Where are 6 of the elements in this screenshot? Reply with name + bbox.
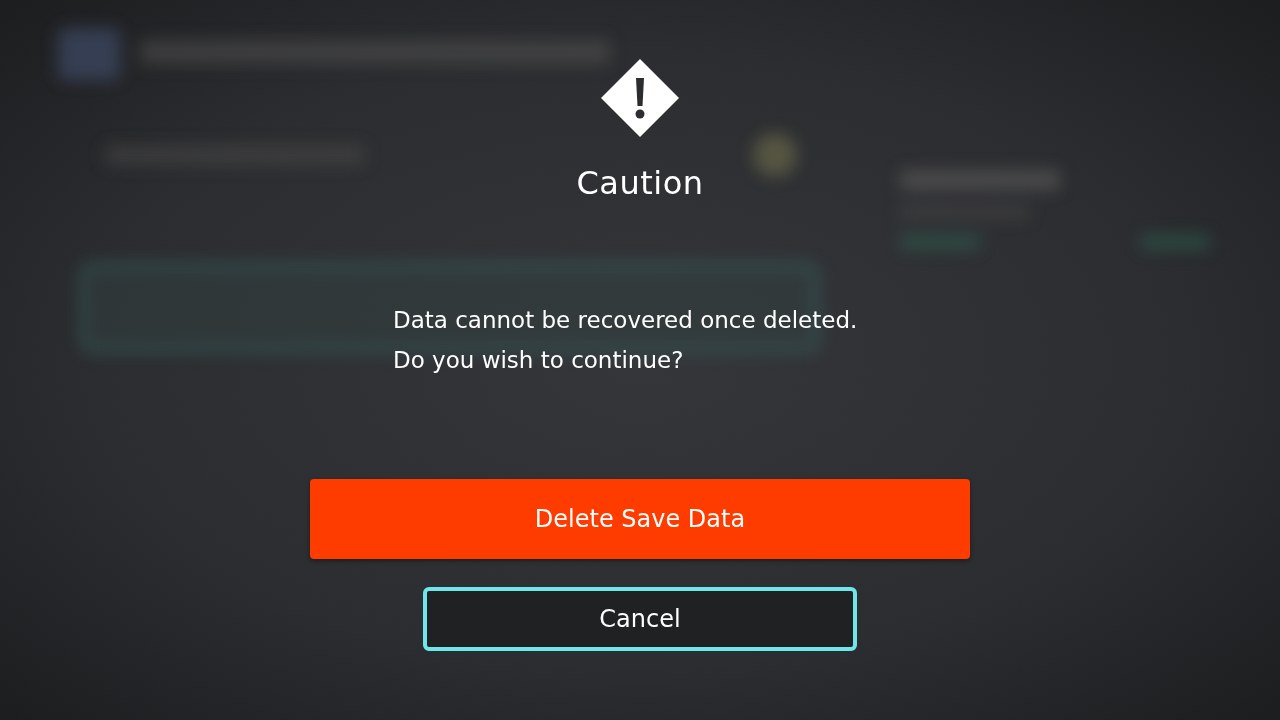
cancel-button[interactable]: Cancel <box>423 587 857 651</box>
warning-icon <box>600 58 680 138</box>
dialog-title: Caution <box>576 164 704 202</box>
dialog-message: Data cannot be recovered once deleted. <box>393 306 859 335</box>
delete-button[interactable]: Delete Save Data <box>310 479 970 559</box>
dialog-message: Do you wish to continue? <box>393 346 685 375</box>
